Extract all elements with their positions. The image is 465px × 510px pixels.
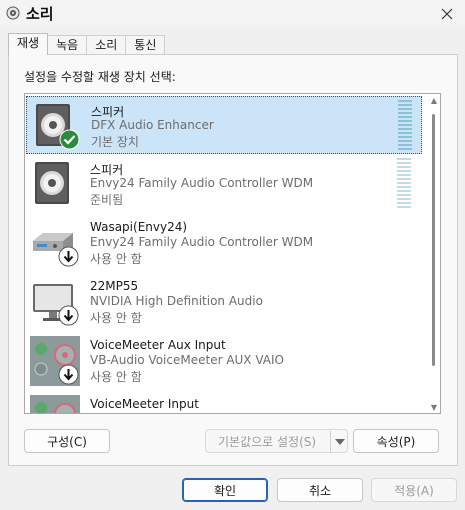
device-name: VoiceMeeter Aux Input [90,338,226,352]
device-description: Envy24 Family Audio Controller WDM [90,176,314,190]
device-status: 사용 안 함 [90,252,142,266]
list-scrollbar[interactable]: ▲ ▼ [428,96,440,413]
tab-sounds[interactable]: 소리 [86,35,127,55]
device-row-speaker-dfx[interactable]: 스피커 DFX Audio Enhancer 기본 장치 [26,96,422,154]
device-description: DFX Audio Enhancer [91,118,214,132]
device-list[interactable]: 스피커 DFX Audio Enhancer 기본 장치 스피커 Envy24 … [24,93,441,414]
device-row-22mp55[interactable]: 22MP55 NVIDIA High Definition Audio 사용 안… [26,273,422,331]
scroll-up-icon[interactable]: ▲ [429,96,439,106]
properties-button[interactable]: 속성(P) [353,429,439,453]
scroll-thumb[interactable] [432,114,435,366]
scroll-down-icon[interactable]: ▼ [429,403,439,413]
close-icon [441,8,453,20]
device-row-voicemeeter-aux[interactable]: VoiceMeeter Aux Input VB-Audio VoiceMeet… [26,332,422,390]
disabled-arrow-icon [58,305,79,326]
device-name: 22MP55 [90,279,139,293]
tab-recording[interactable]: 녹음 [47,35,88,55]
set-default-button[interactable]: 기본값으로 설정(S) [205,429,348,453]
level-meter [398,100,412,150]
speaker-icon [35,162,69,204]
ok-button[interactable]: 확인 [182,478,268,502]
disabled-arrow-icon [58,364,79,385]
configure-button[interactable]: 구성(C) [24,429,110,453]
close-button[interactable] [437,4,457,24]
disabled-arrow-icon [58,246,79,267]
device-status: 기본 장치 [91,135,139,149]
device-row-speaker-envy24[interactable]: 스피커 Envy24 Family Audio Controller WDM 준… [26,155,422,213]
tab-bar: 재생 녹음 소리 통신 [8,33,166,55]
device-status: 사용 안 함 [90,370,142,384]
cancel-button[interactable]: 취소 [277,478,363,502]
tab-communications[interactable]: 통신 [125,35,166,55]
instruction-label: 설정을 수정할 재생 장치 선택: [24,70,176,84]
device-name: Wasapi(Envy24) [90,220,188,234]
set-default-label: 기본값으로 설정(S) [218,434,317,449]
chevron-down-icon [334,439,345,445]
device-description: VB-Audio VoiceMeeter AUX VAIO [90,353,284,367]
set-default-dropdown[interactable] [330,431,348,453]
device-row-voicemeeter-input[interactable]: VoiceMeeter Input [26,391,422,413]
device-row-wasapi[interactable]: Wasapi(Envy24) Envy24 Family Audio Contr… [26,214,422,272]
device-description: Envy24 Family Audio Controller WDM [90,235,314,249]
level-meter [397,158,411,208]
window-title: 소리 [26,5,54,23]
device-status: 준비됨 [90,193,124,207]
device-name: VoiceMeeter Input [90,397,199,411]
title-bar: 소리 [0,0,465,28]
tab-playback[interactable]: 재생 [8,33,49,55]
voicemeeter-icon [30,395,80,413]
device-description: NVIDIA High Definition Audio [90,294,263,308]
default-check-icon [59,129,80,150]
apply-button[interactable]: 적용(A) [371,478,457,502]
device-status: 사용 안 함 [90,311,142,325]
speaker-app-icon [6,6,20,20]
